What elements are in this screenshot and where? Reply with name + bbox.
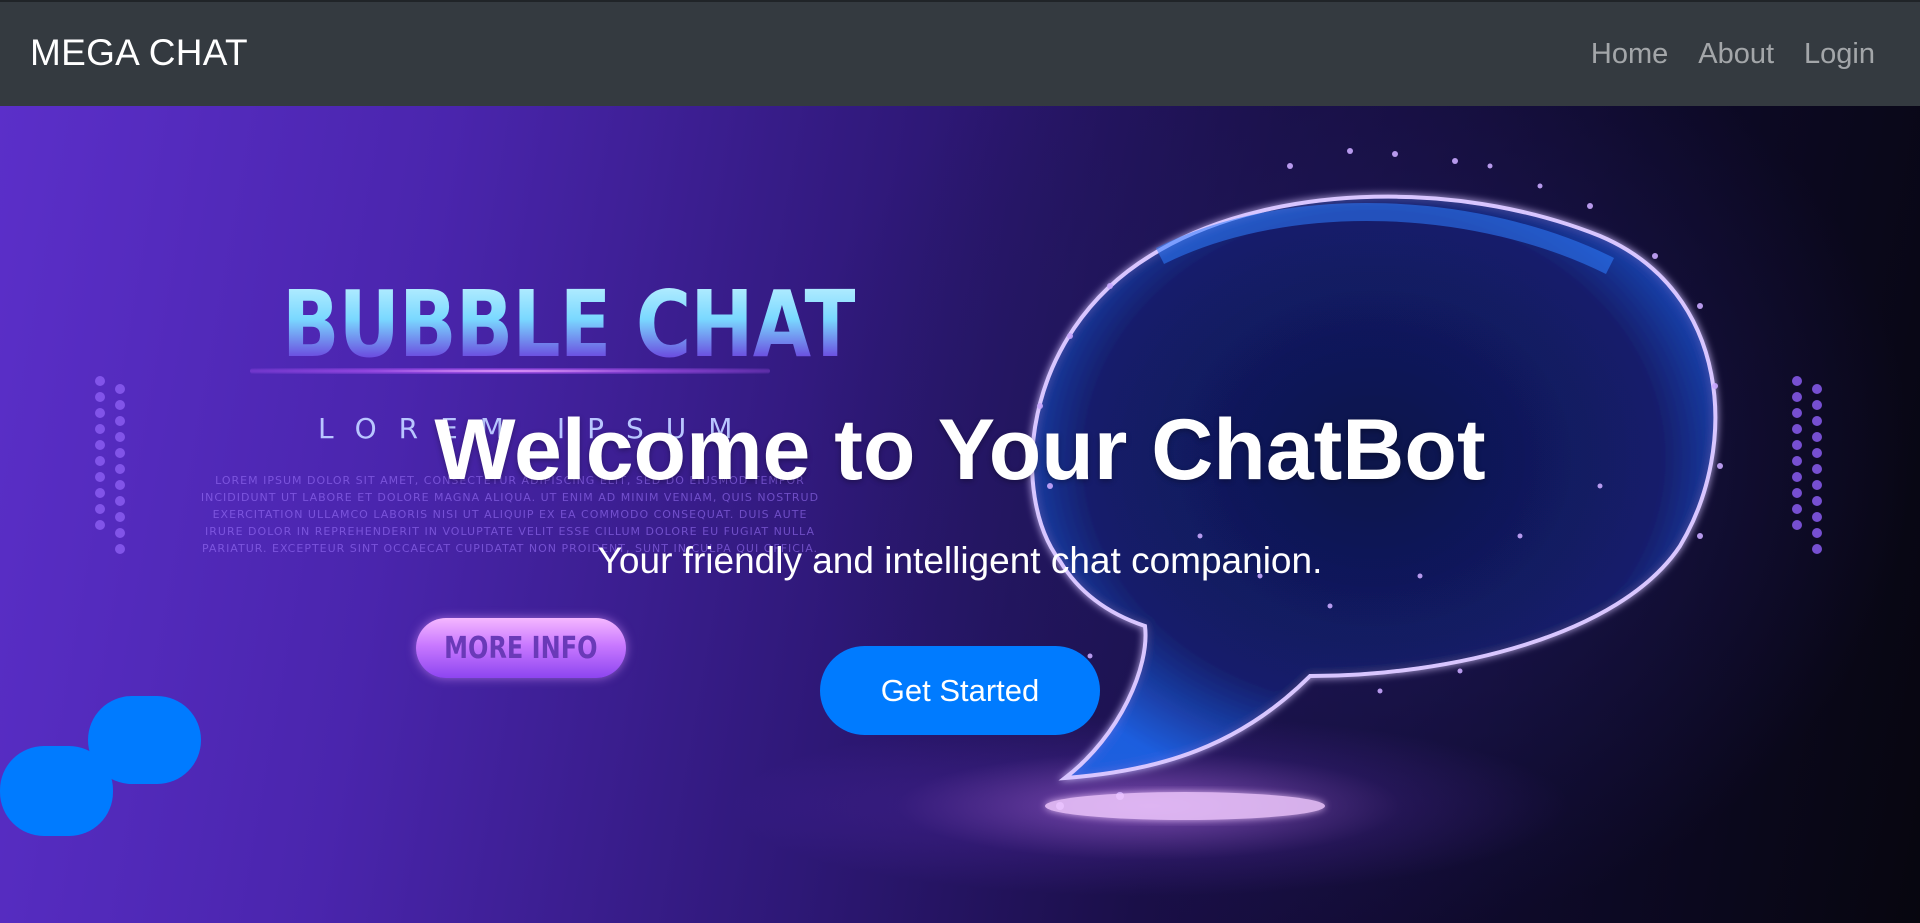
nav-links: Home About Login bbox=[1591, 38, 1875, 71]
nav-link-login[interactable]: Login bbox=[1804, 38, 1875, 71]
hero-title: Welcome to Your ChatBot bbox=[434, 402, 1486, 498]
hero-subtitle: Your friendly and intelligent chat compa… bbox=[597, 540, 1323, 581]
chat-bubble-front bbox=[0, 746, 113, 836]
nav-link-about[interactable]: About bbox=[1698, 38, 1774, 71]
brand-logo[interactable]: MEGA CHAT bbox=[30, 32, 248, 74]
get-started-button[interactable]: Get Started bbox=[820, 646, 1100, 735]
hero-section: BUBBLE CHAT LOREM IPSUM LOREM IPSUM DOLO… bbox=[0, 106, 1920, 923]
navbar: MEGA CHAT Home About Login bbox=[0, 0, 1920, 106]
nav-link-home[interactable]: Home bbox=[1591, 38, 1668, 71]
page: MEGA CHAT Home About Login BUBBLE CHAT L… bbox=[0, 0, 1920, 923]
chat-bubbles-icon[interactable] bbox=[0, 696, 210, 836]
speech-bubble-illustration bbox=[1030, 148, 1723, 820]
hero-background-image: BUBBLE CHAT LOREM IPSUM LOREM IPSUM DOLO… bbox=[0, 106, 1920, 923]
